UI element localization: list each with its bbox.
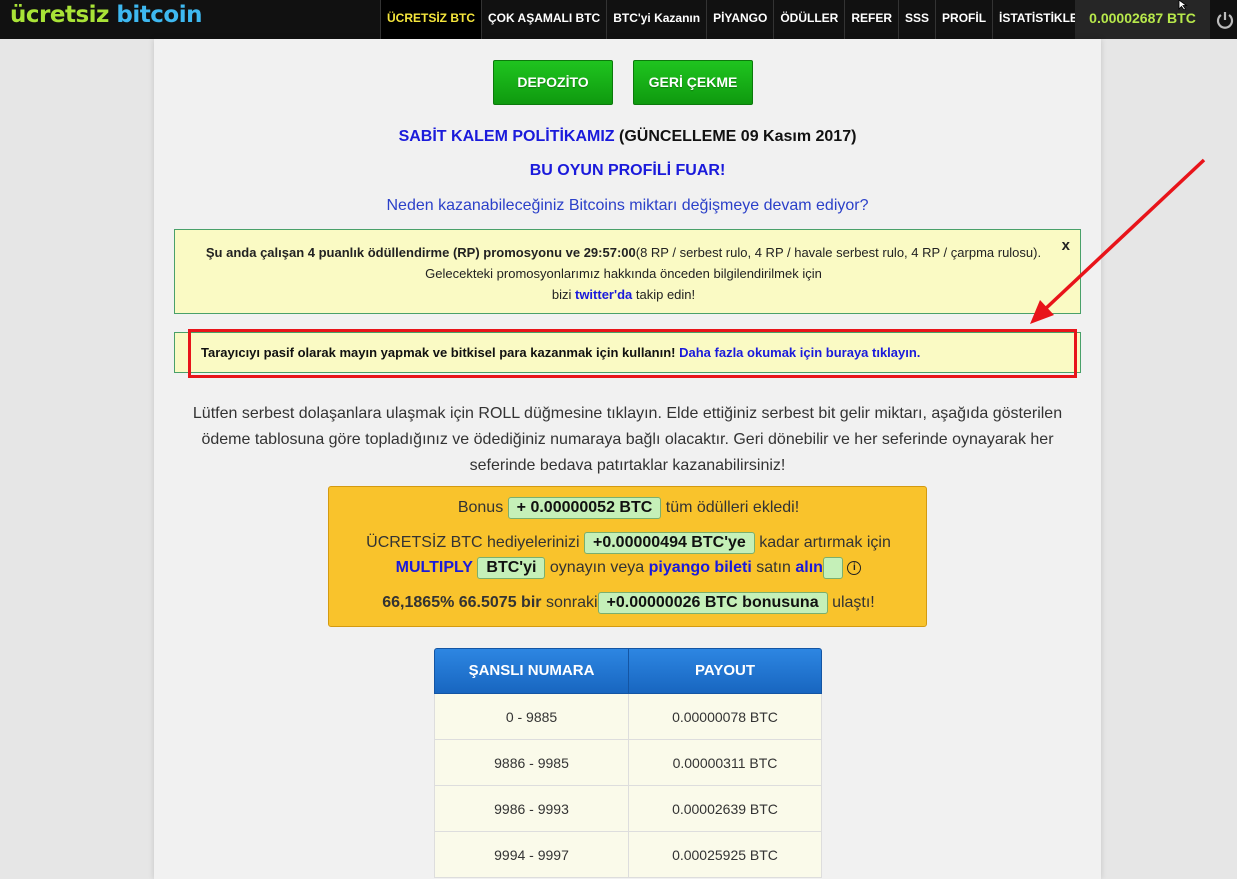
nav-item-refer[interactable]: REFER [844,0,898,39]
bonus-line-1: Bonus + 0.00000052 BTC tüm ödülleri ekle… [329,497,928,519]
payout-table-header: ŞANSLI NUMARA PAYOUT [434,648,822,694]
bonus-line-3: MULTIPLY BTC'yi oynayın veya piyango bil… [329,557,928,580]
twitter-link[interactable]: twitter'da [575,287,632,302]
payout-value: 0.00000311 BTC [628,740,821,785]
multiply-link[interactable]: MULTIPLY [396,559,473,576]
nav-item-profile[interactable]: PROFİL [935,0,992,39]
nav-item-faq[interactable]: SSS [898,0,935,39]
nav-item-win-btc[interactable]: BTC'yi Kazanın [606,0,706,39]
buy-link[interactable]: alın [795,559,823,576]
next-bonus-pill: +0.00000026 BTC bonusuna [597,592,828,614]
payout-value: 0.00002639 BTC [628,786,821,831]
max-bonus-pill: +0.00000494 BTC'ye [583,532,755,554]
header-payout: PAYOUT [628,649,821,693]
empty-pill [822,557,843,579]
btc-pill: BTC'yi [477,557,546,580]
close-promo-button[interactable]: x [1062,235,1070,256]
lucky-range: 9986 - 9993 [494,801,569,817]
policy-line: SABİT KALEM POLİTİKAMIZ (GÜNCELLEME 09 K… [154,128,1101,146]
mouse-cursor-icon [1178,0,1188,10]
policy-link[interactable]: SABİT KALEM POLİTİKAMIZ [399,128,615,145]
lucky-range: 9994 - 9997 [494,847,569,863]
withdraw-button[interactable]: GERİ ÇEKME [633,60,753,105]
table-row: 9994 - 9997 0.00025925 BTC [434,832,822,878]
nav-item-lottery[interactable]: PİYANGO [706,0,773,39]
info-icon[interactable]: i [847,561,862,575]
nav-item-rewards[interactable]: ÖDÜLLER [773,0,844,39]
why-link[interactable]: Neden kazanabileceğiniz Bitcoins miktarı… [154,197,1101,215]
mining-notice: Tarayıcıyı pasif olarak mayın yapmak ve … [174,329,1081,378]
payout-value: 0.00000078 BTC [628,694,821,739]
lottery-ticket-link[interactable]: piyango bileti [649,559,752,576]
table-row: 9886 - 9985 0.00000311 BTC [434,740,822,786]
lucky-range: 9886 - 9985 [494,755,569,771]
mining-text: Tarayıcıyı pasif olarak mayın yapmak ve … [201,345,676,360]
logout-button[interactable] [1212,0,1237,39]
table-row: 9986 - 9993 0.00002639 BTC [434,786,822,832]
policy-update: (GÜNCELLEME 09 Kasım 2017) [619,128,857,145]
payout-value: 0.00025925 BTC [628,832,821,877]
nav-item-multiply-btc[interactable]: ÇOK AŞAMALI BTC [481,0,606,39]
deposit-button[interactable]: DEPOZİTO [493,60,613,105]
main-nav: ÜCRETSİZ BTC ÇOK AŞAMALI BTC BTC'yi Kaza… [380,0,1093,39]
main-content: DEPOZİTO GERİ ÇEKME SABİT KALEM POLİTİKA… [154,39,1101,879]
lucky-range: 0 - 9885 [505,709,558,725]
bonus-box: Bonus + 0.00000052 BTC tüm ödülleri ekle… [328,486,927,627]
header-lucky-number: ŞANSLI NUMARA [468,662,595,679]
bonus-line-4: 66,1865% 66.5075 bir sonraki +0.00000026 … [329,592,928,614]
roll-description: Lütfen serbest dolaşanlara ulaşmak için … [192,405,1063,474]
site-logo[interactable]: ücretsiz bitcoin [10,2,202,28]
top-navbar: ücretsiz bitcoin ÜCRETSİZ BTC ÇOK AŞAMAL… [0,0,1237,39]
power-icon [1216,11,1233,29]
bonus-line-2: ÜCRETSİZ BTC hediyelerinizi +0.00000494 … [329,532,928,554]
highlight-box: Tarayıcıyı pasif olarak mayın yapmak ve … [188,329,1077,378]
table-row: 0 - 9885 0.00000078 BTC [434,694,822,740]
payout-table: ŞANSLI NUMARA PAYOUT 0 - 9885 0.00000078… [434,648,822,878]
promo-notice: x Şu anda çalışan 4 puanlık ödüllendirme… [174,229,1081,314]
nav-item-free-btc[interactable]: ÜCRETSİZ BTC [380,0,481,39]
read-more-link[interactable]: Daha fazla okumak için buraya tıklayın. [679,345,920,360]
promo-bold: Şu anda çalışan 4 puanlık ödüllendirme (… [205,245,636,260]
fair-game-link[interactable]: BU OYUN PROFİLİ FUAR! [154,162,1101,180]
bonus-amount-pill: + 0.00000052 BTC [507,497,662,519]
